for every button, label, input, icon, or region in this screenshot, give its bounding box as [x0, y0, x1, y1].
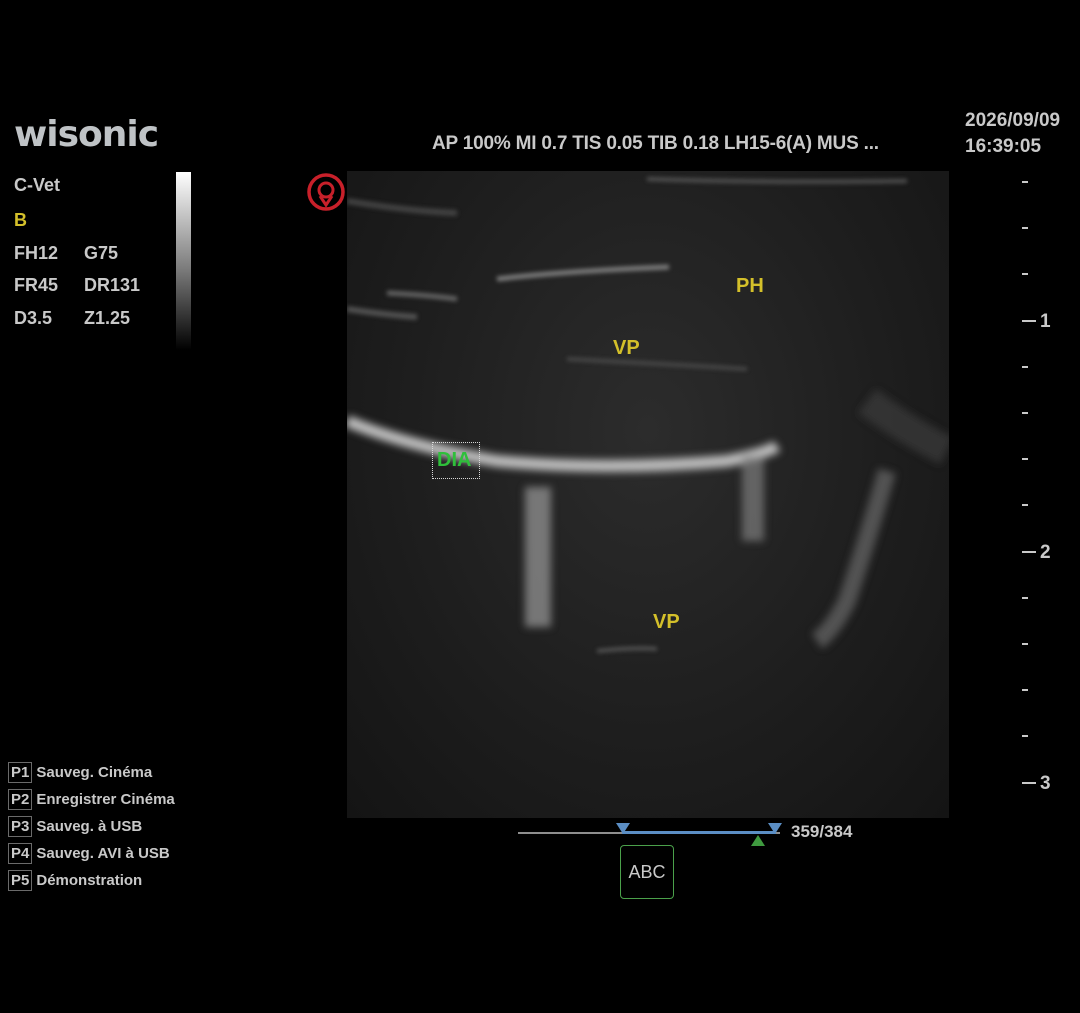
mode-label: B — [14, 210, 27, 230]
preset-name: C-Vet — [14, 175, 61, 195]
annotation-ph: PH — [736, 275, 764, 297]
preset-label: Enregistrer Cinéma — [36, 791, 175, 808]
preset-item-p2[interactable]: P2 Enregistrer Cinéma — [8, 789, 175, 810]
preset-key: P1 — [8, 762, 33, 783]
depth-tick — [1022, 181, 1028, 183]
depth-tick-major — [1022, 782, 1036, 784]
ultrasound-image[interactable] — [347, 171, 949, 818]
annotation-vp-top: VP — [613, 337, 640, 359]
depth-value: D3.5 — [14, 308, 53, 328]
cine-frame-counter: 359/384 — [791, 822, 853, 841]
preset-key: P5 — [8, 870, 33, 891]
depth-tick — [1022, 597, 1028, 599]
preset-key: P4 — [8, 843, 33, 864]
depth-tick — [1022, 412, 1028, 414]
depth-tick — [1022, 504, 1028, 506]
acoustic-params: AP 100% MI 0.7 TIS 0.05 TIB 0.18 LH15-6(… — [432, 133, 879, 154]
time: 16:39:05 — [965, 136, 1042, 157]
cine-selected-range — [622, 831, 776, 834]
annotation-text-button[interactable]: ABC — [620, 845, 674, 899]
depth-tick — [1022, 458, 1028, 460]
depth-tick — [1022, 227, 1028, 229]
preset-label: Sauveg. à USB — [36, 818, 143, 835]
cine-end-marker-icon[interactable] — [768, 823, 782, 835]
cine-playhead-icon[interactable] — [751, 835, 765, 846]
preset-item-p5[interactable]: P5 Démonstration — [8, 870, 142, 891]
depth-tick — [1022, 689, 1028, 691]
ultrasound-texture — [347, 177, 949, 653]
orientation-marker-icon — [307, 173, 345, 211]
preset-key: P2 — [8, 789, 33, 810]
depth-label-1: 1 — [1040, 311, 1051, 332]
depth-tick — [1022, 643, 1028, 645]
brand-logo: wisonic — [14, 114, 159, 155]
depth-tick-major — [1022, 320, 1036, 322]
depth-tick — [1022, 735, 1028, 737]
cine-start-marker-icon[interactable] — [616, 823, 630, 835]
depth-tick-major — [1022, 551, 1036, 553]
preset-key: P3 — [8, 816, 33, 837]
gain-value: G75 — [84, 243, 119, 263]
date: 2026/09/09 — [965, 110, 1061, 131]
fr-value: FR45 — [14, 275, 59, 295]
preset-label: Sauveg. Cinéma — [36, 764, 153, 781]
depth-label-3: 3 — [1040, 773, 1051, 794]
grayscale-bar — [176, 172, 191, 350]
annotation-dia[interactable]: DIA — [437, 449, 471, 472]
dr-value: DR131 — [84, 275, 141, 295]
zoom-value: Z1.25 — [84, 308, 131, 328]
depth-label-2: 2 — [1040, 542, 1051, 563]
depth-scale: 1 2 3 — [1018, 170, 1078, 810]
preset-label: Démonstration — [36, 872, 143, 889]
depth-tick — [1022, 273, 1028, 275]
annotation-vp-bottom: VP — [653, 611, 680, 633]
preset-label: Sauveg. AVI à USB — [36, 845, 170, 862]
datetime: 2026/09/09 16:39:05 — [965, 108, 1060, 160]
preset-item-p4[interactable]: P4 Sauveg. AVI à USB — [8, 843, 170, 864]
preset-item-p1[interactable]: P1 Sauveg. Cinéma — [8, 762, 152, 783]
preset-item-p3[interactable]: P3 Sauveg. à USB — [8, 816, 142, 837]
fh-value: FH12 — [14, 243, 59, 263]
depth-tick — [1022, 366, 1028, 368]
